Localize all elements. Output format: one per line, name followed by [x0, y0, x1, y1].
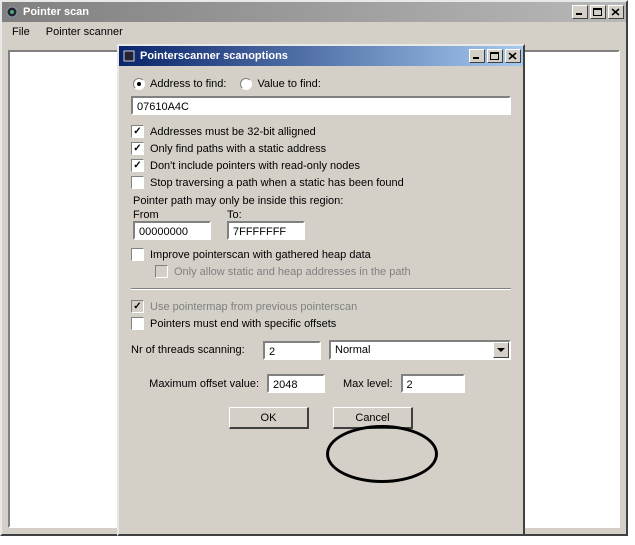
- minimize-button[interactable]: [572, 5, 588, 19]
- radio-label-address: Address to find:: [150, 78, 226, 90]
- radio-address-to-find[interactable]: Address to find:: [133, 78, 226, 90]
- maximize-button[interactable]: [590, 5, 606, 19]
- close-button[interactable]: [608, 5, 624, 19]
- checkbox-use-pointermap: [131, 300, 144, 313]
- radio-value-to-find[interactable]: Value to find:: [240, 78, 320, 90]
- dialog-close-button[interactable]: [505, 49, 521, 63]
- priority-dropdown[interactable]: Normal: [329, 340, 511, 360]
- priority-value: Normal: [335, 344, 370, 356]
- checkbox-32bit-aligned[interactable]: [131, 125, 144, 138]
- label-use-pointermap: Use pointermap from previous pointerscan: [150, 301, 357, 313]
- chevron-down-icon: [493, 342, 509, 358]
- to-label: To:: [227, 209, 305, 221]
- label-no-readonly: Don't include pointers with read-only no…: [150, 160, 360, 172]
- label-static-only: Only find paths with a static address: [150, 143, 326, 155]
- from-input[interactable]: 00000000: [133, 221, 211, 240]
- max-level-input[interactable]: 2: [401, 374, 465, 393]
- label-end-offsets: Pointers must end with specific offsets: [150, 318, 336, 330]
- ok-button[interactable]: OK: [229, 407, 309, 429]
- radio-dot-icon: [240, 78, 252, 90]
- menubar: File Pointer scanner: [2, 22, 626, 42]
- to-input[interactable]: 7FFFFFFF: [227, 221, 305, 240]
- dialog-maximize-button[interactable]: [487, 49, 503, 63]
- dialog-app-icon: [122, 49, 136, 63]
- separator: [131, 288, 511, 290]
- dialog-minimize-button[interactable]: [469, 49, 485, 63]
- label-improve-heap: Improve pointerscan with gathered heap d…: [150, 249, 371, 261]
- radio-label-value: Value to find:: [257, 78, 320, 90]
- cancel-button[interactable]: Cancel: [333, 407, 413, 429]
- menu-pointer-scanner[interactable]: Pointer scanner: [38, 24, 131, 40]
- app-icon: [5, 5, 19, 19]
- checkbox-stop-on-static[interactable]: [131, 176, 144, 189]
- scanoptions-dialog: Pointerscanner scanoptions Address to fi…: [117, 44, 525, 536]
- checkbox-end-offsets[interactable]: [131, 317, 144, 330]
- radio-dot-icon: [133, 78, 145, 90]
- checkbox-improve-heap[interactable]: [131, 248, 144, 261]
- max-offset-input[interactable]: 2048: [267, 374, 325, 393]
- label-only-static-heap: Only allow static and heap addresses in …: [174, 266, 411, 278]
- max-offset-label: Maximum offset value:: [131, 378, 259, 390]
- threads-label: Nr of threads scanning:: [131, 344, 255, 356]
- threads-input[interactable]: 2: [263, 341, 321, 360]
- menu-file[interactable]: File: [4, 24, 38, 40]
- address-input[interactable]: 07610A4C: [131, 96, 511, 115]
- dialog-title: Pointerscanner scanoptions: [140, 50, 467, 62]
- checkbox-only-static-heap: [155, 265, 168, 278]
- checkbox-static-only[interactable]: [131, 142, 144, 155]
- main-title: Pointer scan: [23, 6, 570, 18]
- label-32bit-aligned: Addresses must be 32-bit alligned: [150, 126, 316, 138]
- from-label: From: [133, 209, 211, 221]
- dialog-titlebar: Pointerscanner scanoptions: [119, 46, 523, 66]
- label-stop-on-static: Stop traversing a path when a static has…: [150, 177, 404, 189]
- checkbox-no-readonly[interactable]: [131, 159, 144, 172]
- region-label: Pointer path may only be inside this reg…: [133, 195, 511, 207]
- main-titlebar: Pointer scan: [2, 2, 626, 22]
- max-level-label: Max level:: [343, 378, 393, 390]
- dialog-body: Address to find: Value to find: 07610A4C…: [119, 66, 523, 437]
